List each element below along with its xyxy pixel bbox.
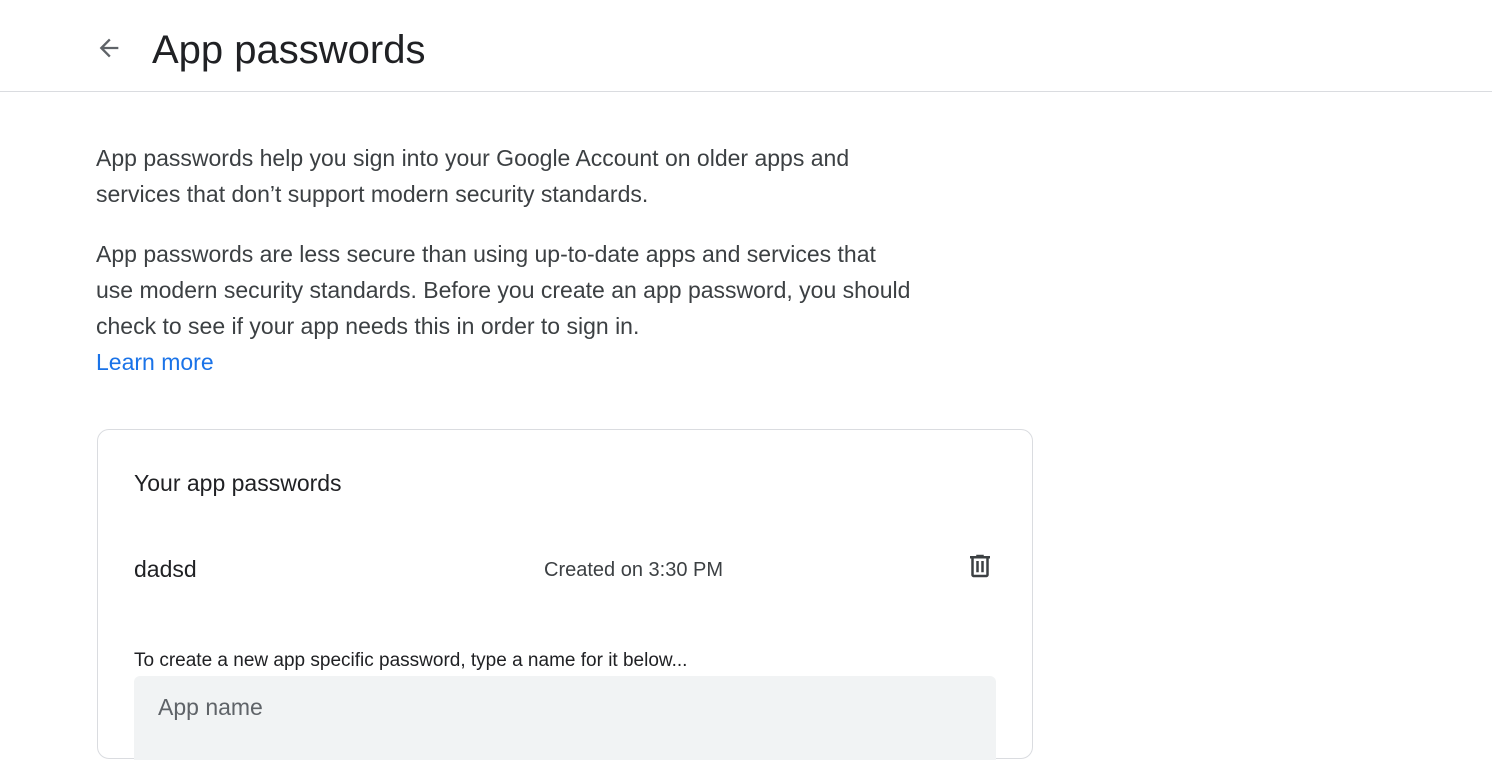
app-password-name: dadsd — [134, 556, 197, 582]
trash-icon — [965, 549, 995, 588]
app-password-row: dadsd Created on 3:30 PM — [134, 548, 998, 592]
intro-paragraph-2-text: App passwords are less secure than using… — [96, 241, 911, 339]
page-header: App passwords — [0, 0, 1492, 92]
create-hint: To create a new app specific password, t… — [134, 650, 688, 671]
intro-paragraph-1: App passwords help you sign into your Go… — [96, 145, 850, 207]
learn-more-link[interactable]: Learn more — [96, 349, 214, 375]
intro-section: App passwords help you sign into your Go… — [96, 140, 916, 380]
intro-paragraph-2: App passwords are less secure than using… — [96, 236, 916, 380]
arrow-back-icon — [95, 34, 123, 67]
app-password-created: Created on 3:30 PM — [544, 559, 723, 581]
delete-button[interactable] — [962, 548, 998, 588]
app-passwords-card: Your app passwords dadsd Created on 3:30… — [97, 429, 1033, 760]
app-name-input[interactable] — [134, 676, 996, 760]
card-title: Your app passwords — [134, 470, 342, 496]
back-button[interactable] — [89, 30, 129, 70]
app-name-field — [134, 676, 996, 760]
page-title: App passwords — [152, 28, 426, 72]
